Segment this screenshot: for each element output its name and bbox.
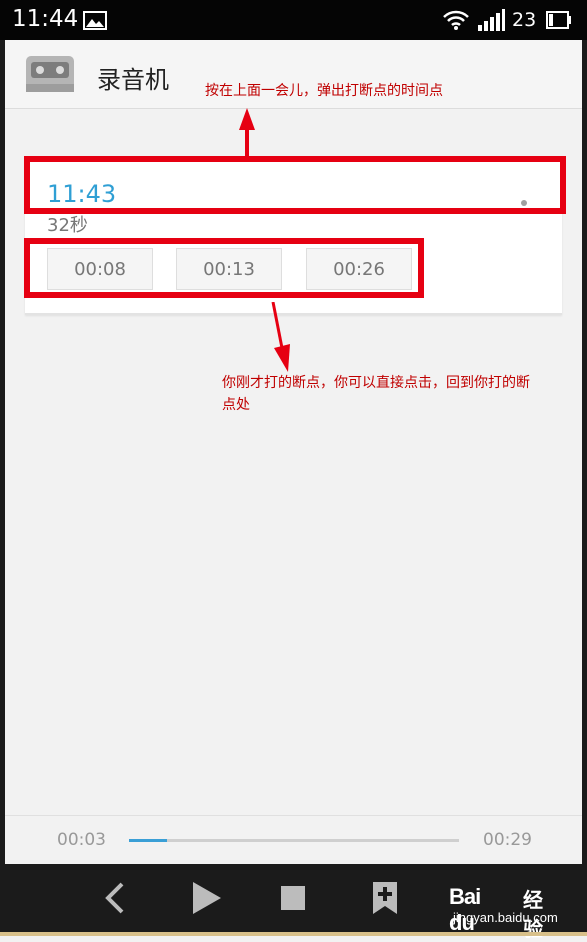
wifi-icon xyxy=(442,9,470,35)
highlight-recording-time xyxy=(24,156,566,214)
battery-level: 23 xyxy=(512,9,537,31)
add-bookmark-icon[interactable] xyxy=(370,880,400,920)
arrow-up-icon xyxy=(239,108,255,158)
frame-left xyxy=(0,40,5,932)
frame-right xyxy=(582,40,587,932)
app-title: 录音机 xyxy=(97,66,169,94)
total-time: 00:29 xyxy=(483,830,532,850)
player-bar: 00:03 00:29 xyxy=(5,815,582,865)
progress-fill xyxy=(129,839,167,842)
battery-icon xyxy=(546,11,572,33)
arrow-down-icon xyxy=(271,302,290,372)
recording-duration: 32秒 xyxy=(47,215,88,236)
progress-slider[interactable] xyxy=(129,839,459,842)
current-time: 00:03 xyxy=(57,830,106,850)
status-bar: 11:44 23 xyxy=(0,0,587,40)
annotation-bottom: 你刚才打的断点，你可以直接点击，回到你打的断点处 xyxy=(222,375,530,413)
back-icon[interactable] xyxy=(100,880,130,920)
highlight-bookmarks xyxy=(24,238,424,298)
cassette-icon xyxy=(25,54,75,98)
control-bar: Bai du 经验 jingyan.baidu.com xyxy=(5,864,582,941)
watermark-url: jingyan.baidu.com xyxy=(453,910,558,925)
play-icon[interactable] xyxy=(189,880,223,920)
stop-icon[interactable] xyxy=(279,884,307,916)
image-icon xyxy=(83,11,107,34)
annotation-top: 按在上面一会儿，弹出打断点的时间点 xyxy=(205,83,443,99)
signal-icon xyxy=(477,9,505,35)
status-time: 11:44 xyxy=(12,6,79,32)
bottom-strip xyxy=(0,932,587,936)
